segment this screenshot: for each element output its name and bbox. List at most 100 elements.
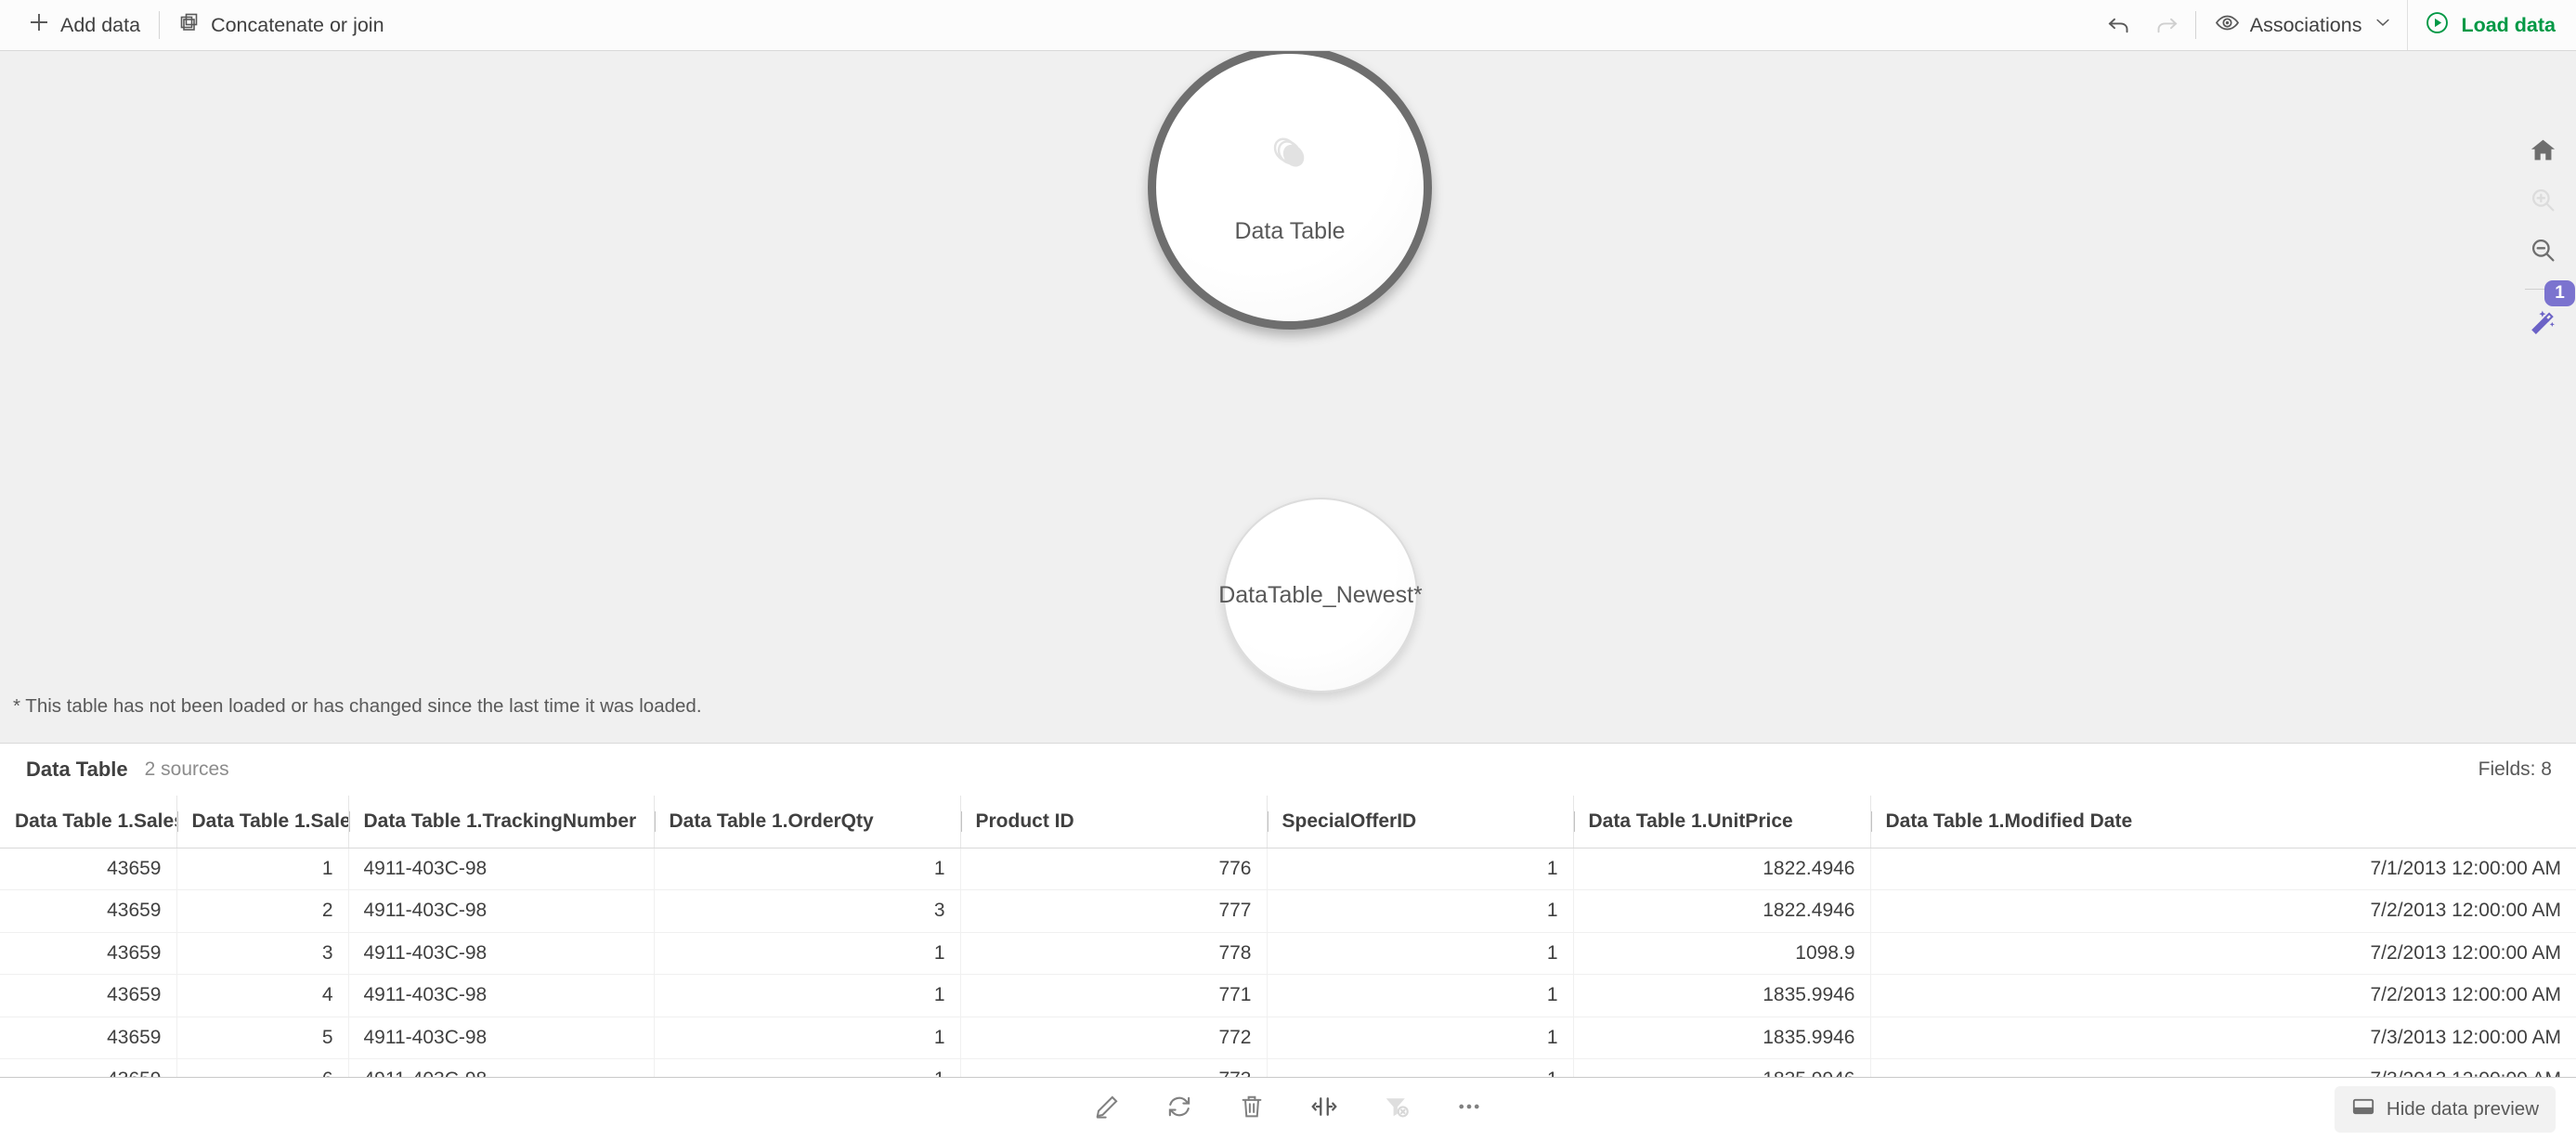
column-header[interactable]: Data Table 1.UnitPrice <box>1572 796 1870 849</box>
trash-delete-icon <box>1238 1093 1266 1125</box>
recommendations-badge: 1 <box>2544 280 2575 306</box>
table-cell: 1 <box>653 974 960 1017</box>
plus-icon <box>28 11 50 39</box>
preview-table-title: Data Table <box>26 758 128 781</box>
canvas-right-rail: 1 <box>2509 103 2576 743</box>
table-header-row: Data Table 1.SalesOrderID Data Table 1.Sa… <box>0 796 2576 849</box>
table-cell: 1 <box>1266 889 1573 933</box>
table-cell: 7/2/2013 12:00:00 AM <box>1869 974 2576 1017</box>
table-bubble-label: DataTable_Newest* <box>1218 581 1423 608</box>
table-cell: 3 <box>176 932 348 975</box>
column-resize-handle[interactable] <box>1574 811 1575 832</box>
table-cell: 776 <box>959 848 1267 890</box>
edit-button[interactable] <box>1081 1085 1133 1134</box>
zoom-out-icon[interactable] <box>2518 226 2567 274</box>
table-cell: 7/1/2013 12:00:00 AM <box>1869 848 2576 890</box>
table-cell: 43659 <box>0 932 176 975</box>
preview-header: Data Table 2 sources Fields: 8 <box>0 744 2576 796</box>
table-cell: 1 <box>653 848 960 890</box>
concatenate-label: Concatenate or join <box>211 13 384 36</box>
table-cell: 1 <box>653 932 960 975</box>
table-row[interactable]: 43659 2 4911-403C-98 3 777 1 1822.4946 7/2/2013… <box>0 889 2576 933</box>
column-resize-handle[interactable] <box>1267 811 1268 832</box>
column-header-label: Data Table 1.OrderQty <box>669 810 874 832</box>
concatenate-or-join-button[interactable]: Concatenate or join <box>163 0 398 50</box>
table-cell: 43659 <box>0 889 176 933</box>
preview-sources-count: 2 sources <box>144 758 229 780</box>
recommendations-button[interactable]: 1 <box>2518 280 2575 343</box>
more-ellipsis-icon <box>1455 1093 1483 1125</box>
panel-icon <box>2351 1095 2375 1124</box>
table-row[interactable]: 43659 1 4911-403C-98 1 776 1 1822.4946 7/1/2013… <box>0 848 2576 890</box>
hide-data-preview-button[interactable]: Hide data preview <box>2334 1086 2556 1133</box>
table-bubble-datatable-newest[interactable]: DataTable_Newest* <box>1218 498 1423 693</box>
home-icon[interactable] <box>2518 125 2567 174</box>
associations-button[interactable]: Associations <box>2200 0 2408 50</box>
top-toolbar: Add data Concatenate or join Association… <box>0 0 2576 51</box>
table-cell: 1098.9 <box>1572 932 1870 975</box>
table-header: Data Table 1.SalesOrderID Data Table 1.Sa… <box>0 796 2576 849</box>
table-cell: 1 <box>1266 1017 1573 1059</box>
column-header[interactable]: Data Table 1.Modified Date <box>1869 796 2576 849</box>
table-cell: 1 <box>653 1017 960 1059</box>
zoom-in-icon[interactable] <box>2518 175 2567 224</box>
load-data-label: Load data <box>2461 13 2556 36</box>
pencil-edit-icon <box>1093 1093 1121 1125</box>
data-model-canvas[interactable]: Data Table DataTable_Newest* * This tabl… <box>0 51 2576 743</box>
undo-button[interactable] <box>2095 0 2143 50</box>
column-header-label: Data Table 1.TrackingNumber <box>363 810 637 832</box>
column-header[interactable]: Data Table 1.SalesOrderID <box>0 796 176 849</box>
stacked-discs-icon <box>1265 130 1315 185</box>
table-row[interactable]: 43659 3 4911-403C-98 1 778 1 1098.9 7/2/2013 12… <box>0 932 2576 975</box>
table-cell: 7/3/2013 12:00:00 AM <box>1869 1017 2576 1059</box>
column-header[interactable]: Product ID <box>959 796 1267 849</box>
table-cell: 777 <box>959 889 1267 933</box>
table-body: 43659 1 4911-403C-98 1 776 1 1822.4946 7/1/2013… <box>0 848 2576 1102</box>
preview-fields-count: Fields: 8 <box>2478 758 2552 780</box>
chevron-down-icon <box>2374 13 2392 37</box>
data-preview-table[interactable]: Data Table 1.SalesOrderID Data Table 1.Sa… <box>0 796 2576 1102</box>
table-cell: 1835.9946 <box>1572 1017 1870 1059</box>
column-header[interactable]: Data Table 1.TrackingNumber <box>347 796 654 849</box>
table-cell: 2 <box>176 889 348 933</box>
table-cell: 7/2/2013 12:00:00 AM <box>1869 932 2576 975</box>
table-row[interactable]: 43659 4 4911-403C-98 1 771 1 1835.9946 7/2/2013… <box>0 974 2576 1017</box>
redo-button[interactable] <box>2143 0 2192 50</box>
column-header[interactable]: SpecialOfferID <box>1266 796 1573 849</box>
column-resize-handle[interactable] <box>177 811 178 832</box>
toolbar-divider-1 <box>159 11 161 39</box>
more-options-button[interactable] <box>1443 1085 1495 1134</box>
load-data-button[interactable]: Load data <box>2407 0 2576 50</box>
bottom-action-bar: Hide data preview <box>0 1077 2576 1140</box>
refresh-button[interactable] <box>1153 1085 1205 1134</box>
column-resize-handle[interactable] <box>655 811 656 832</box>
table-bubble-data-table[interactable]: Data Table <box>1148 51 1432 330</box>
column-resize-handle[interactable] <box>1871 811 1872 832</box>
toolbar-right-group: Associations Load data <box>2095 0 2576 50</box>
column-resize-handle[interactable] <box>349 811 350 832</box>
column-header-label: Data Table 1.SalesOrderID <box>15 810 176 832</box>
toolbar-divider-2 <box>2194 11 2196 39</box>
hide-data-preview-label: Hide data preview <box>2386 1098 2539 1120</box>
table-bubble-label: Data Table <box>1234 218 1346 244</box>
table-cell: 778 <box>959 932 1267 975</box>
table-cell: 1 <box>1266 848 1573 890</box>
column-resize-handle[interactable] <box>961 811 962 832</box>
fit-columns-button[interactable] <box>1298 1085 1350 1134</box>
column-header[interactable]: Data Table 1.OrderQty <box>653 796 960 849</box>
unloaded-table-note: * This table has not been loaded or has … <box>13 695 702 717</box>
table-cell: 43659 <box>0 848 176 890</box>
table-row[interactable]: 43659 5 4911-403C-98 1 772 1 1835.9946 7/3/2013… <box>0 1017 2576 1059</box>
column-header[interactable]: Data Table 1.SalesOrderDetailID <box>176 796 348 849</box>
table-cell: 1822.4946 <box>1572 848 1870 890</box>
refresh-sync-icon <box>1165 1093 1193 1125</box>
clear-filter-icon <box>1383 1093 1411 1125</box>
table-cell: 43659 <box>0 974 176 1017</box>
table-cell: 4911-403C-98 <box>347 1017 654 1059</box>
table-cell: 4911-403C-98 <box>347 889 654 933</box>
add-data-label: Add data <box>60 13 141 36</box>
fit-columns-icon <box>1310 1093 1338 1125</box>
clear-filter-button[interactable] <box>1371 1085 1423 1134</box>
delete-button[interactable] <box>1226 1085 1278 1134</box>
add-data-button[interactable]: Add data <box>13 0 155 50</box>
